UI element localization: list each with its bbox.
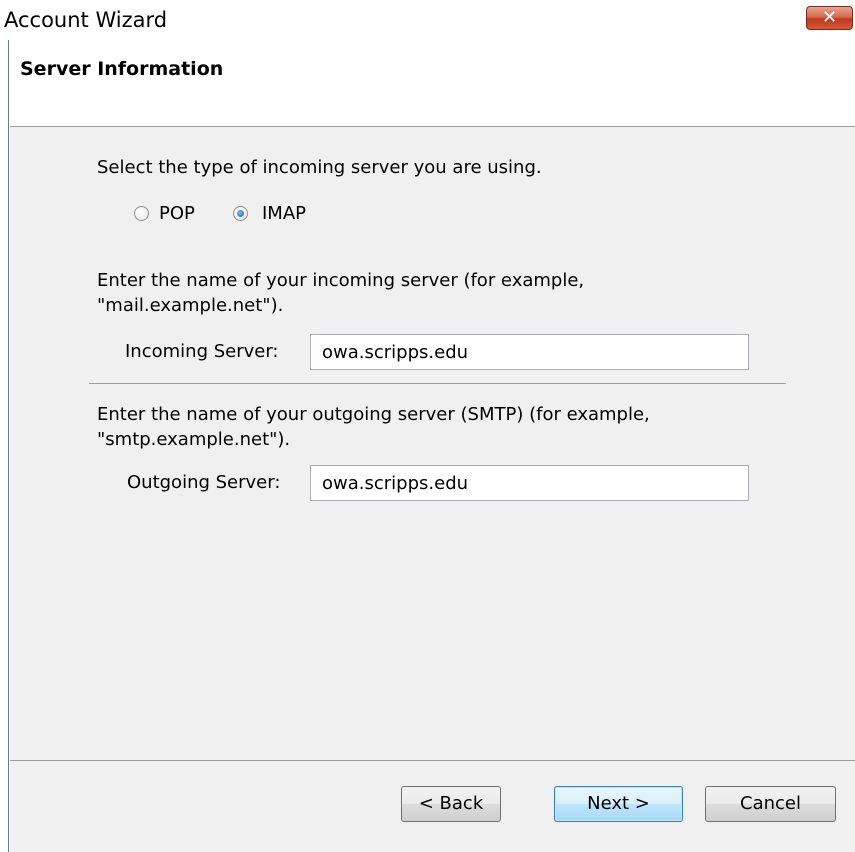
imap-radio[interactable] [233, 206, 248, 221]
next-button[interactable]: Next > [554, 786, 683, 822]
section-divider [89, 383, 786, 384]
pop-radio[interactable] [134, 206, 149, 221]
cancel-button[interactable]: Cancel [705, 786, 836, 822]
outgoing-server-hint-line1: Enter the name of your outgoing server (… [97, 404, 650, 425]
wizard-header: Server Information [10, 40, 855, 127]
page-title: Server Information [20, 58, 224, 80]
close-button[interactable]: ✕ [806, 6, 853, 30]
footer-divider [10, 760, 855, 761]
account-wizard-window: Account Wizard ✕ Server Information Sele… [0, 0, 855, 852]
window-title: Account Wizard [4, 8, 168, 32]
incoming-server-hint-line2: "mail.example.net"). [97, 295, 284, 316]
outgoing-server-input[interactable] [310, 465, 749, 501]
back-button[interactable]: < Back [401, 786, 501, 822]
incoming-server-label: Incoming Server: [125, 341, 279, 362]
incoming-server-hint-line1: Enter the name of your incoming server (… [97, 270, 585, 291]
imap-radio-label[interactable]: IMAP [262, 202, 306, 225]
title-bar[interactable]: Account Wizard ✕ [0, 0, 855, 40]
outgoing-server-label: Outgoing Server: [127, 472, 281, 493]
server-type-prompt: Select the type of incoming server you a… [97, 157, 542, 178]
incoming-server-input[interactable] [310, 334, 749, 370]
pop-radio-label[interactable]: POP [159, 202, 195, 225]
close-icon: ✕ [821, 7, 838, 28]
wizard-content: Select the type of incoming server you a… [10, 127, 855, 852]
outgoing-server-hint-line2: "smtp.example.net"). [97, 429, 291, 450]
window-frame [0, 0, 9, 852]
